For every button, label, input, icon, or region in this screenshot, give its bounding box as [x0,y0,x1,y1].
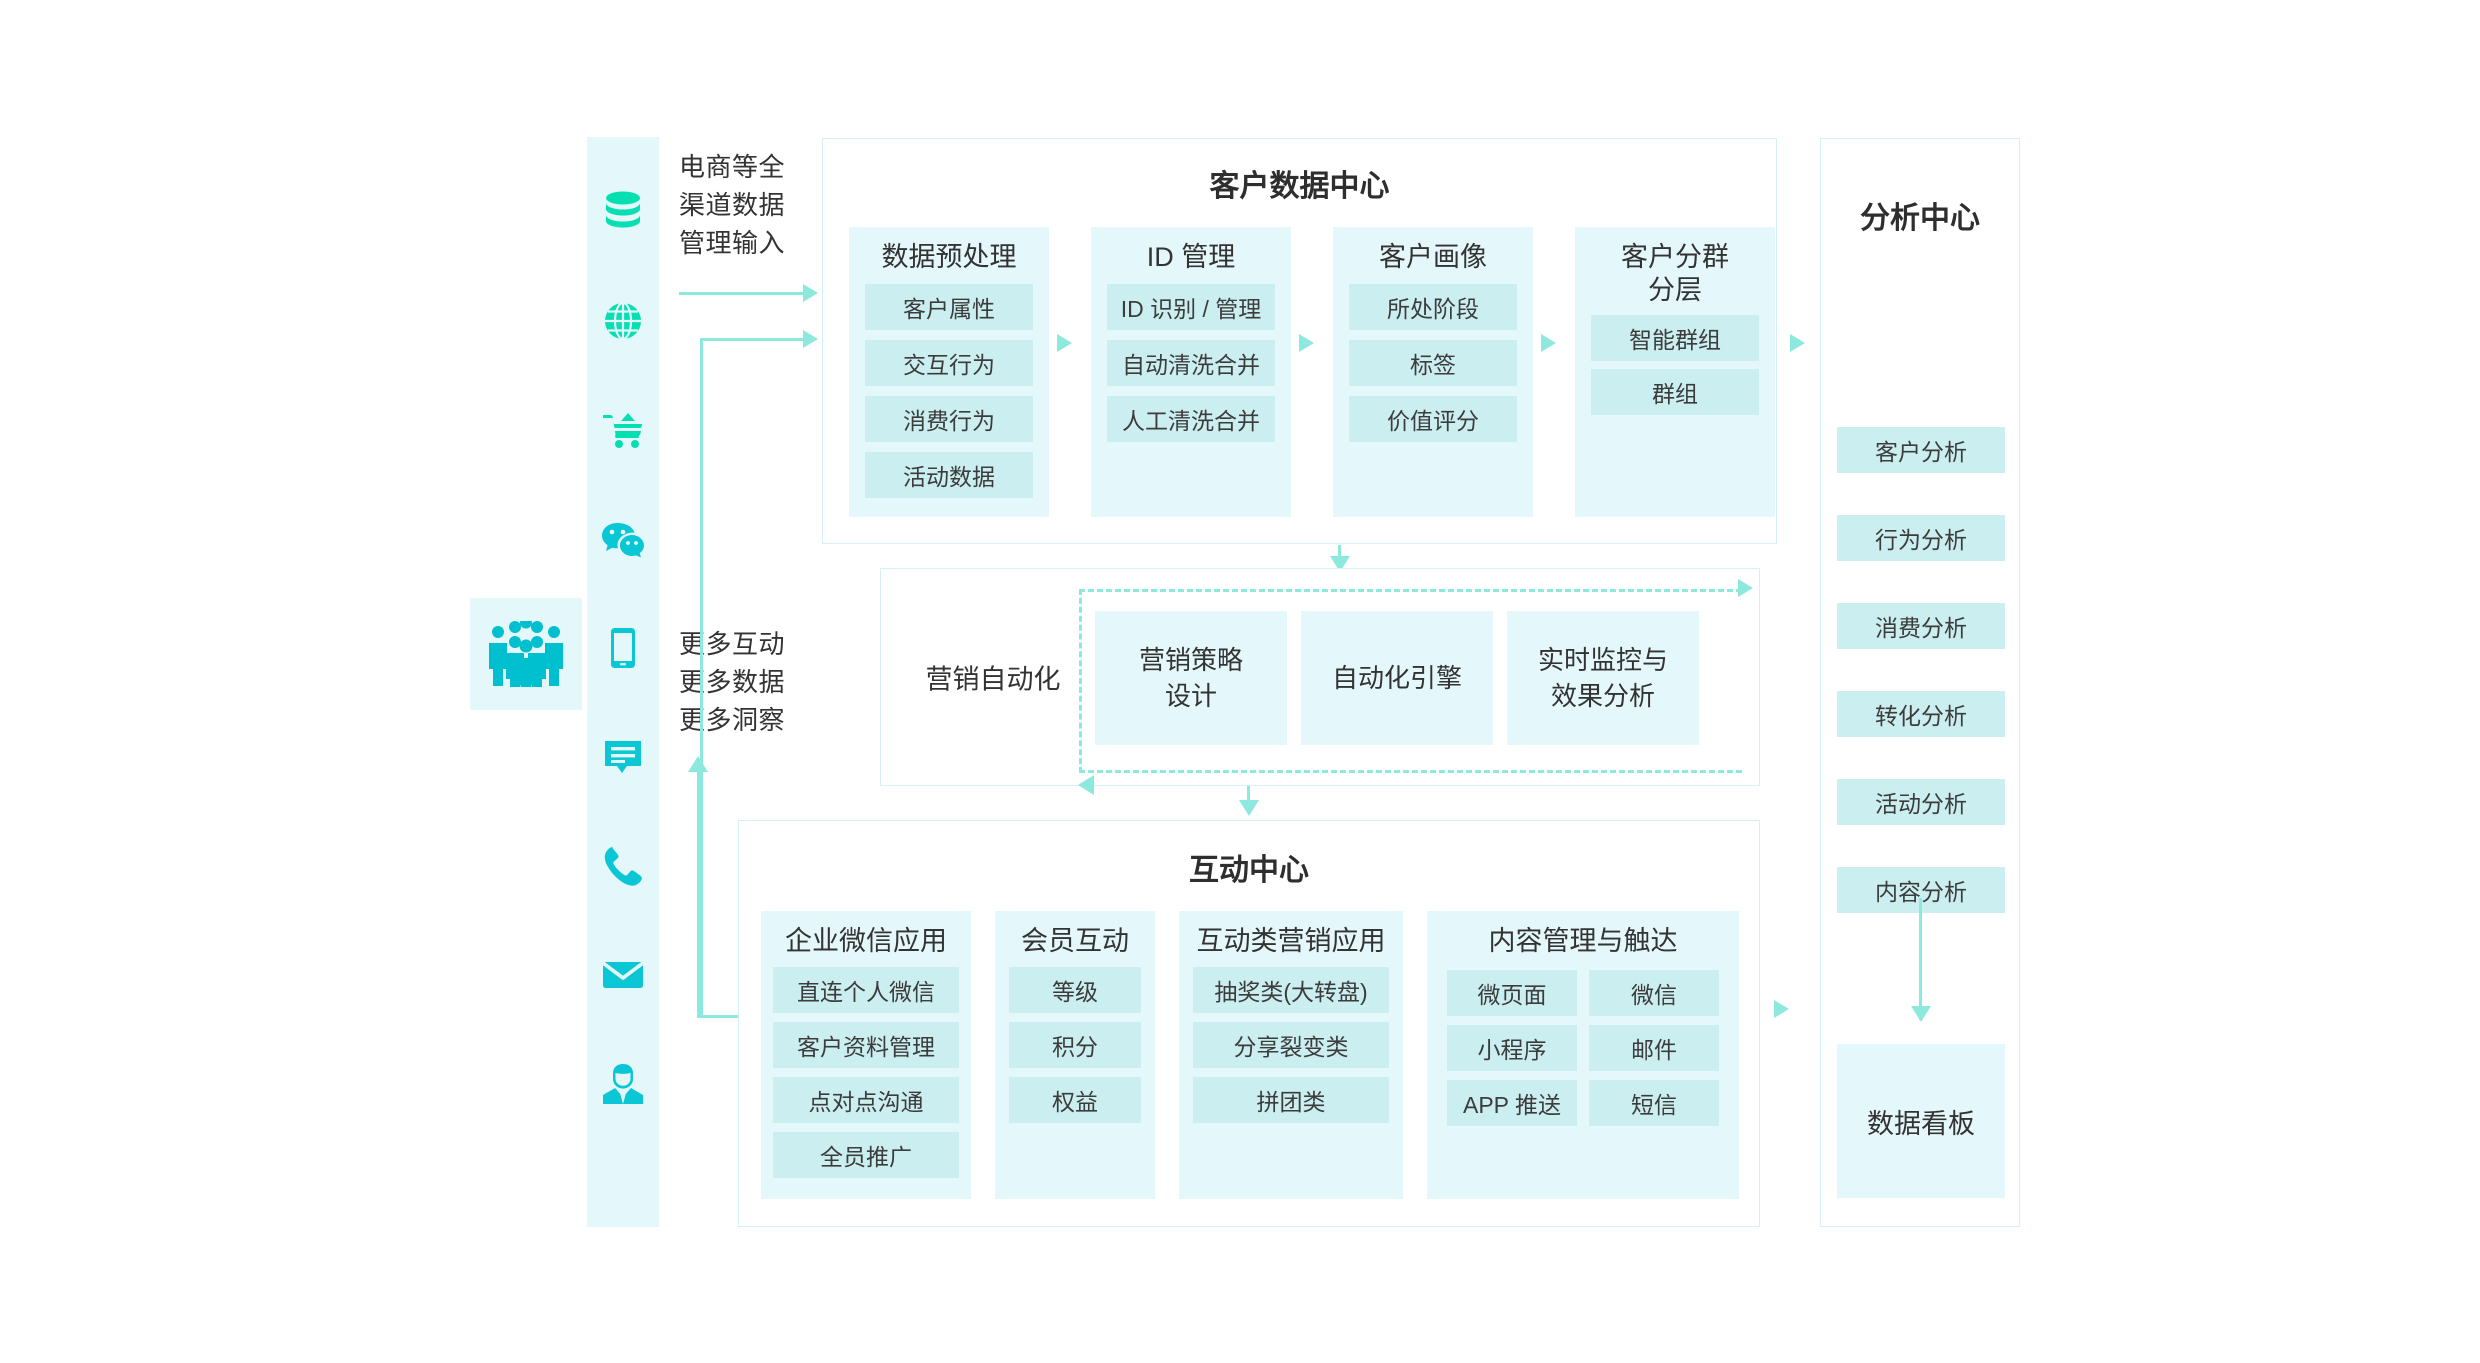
cdc-chip[interactable]: 客户属性 [865,284,1033,330]
cdc-column-head: 数据预处理 [881,242,1017,272]
connector-more-vline [697,770,700,1018]
cdc-chip[interactable]: 活动数据 [865,452,1033,498]
connector-feedback-vline [700,338,703,1018]
cdc-arrow-1 [1057,334,1072,352]
cdc-arrow-3 [1541,334,1556,352]
cdc-chip[interactable]: 交互行为 [865,340,1033,386]
ic-chip[interactable]: 微信 [1589,970,1719,1016]
ic-chip[interactable]: 积分 [1009,1022,1141,1068]
ic-chip[interactable]: 全员推广 [773,1132,959,1178]
analysis-chip-behavior[interactable]: 行为分析 [1837,515,2005,561]
cdc-title: 客户数据中心 [1209,170,1390,203]
mobile-phone-icon [596,621,650,675]
cdc-column-preprocess: 数据预处理 客户属性 交互行为 消费行为 活动数据 [849,227,1049,517]
analysis-chip-customer[interactable]: 客户分析 [1837,427,2005,473]
ic-chip[interactable]: APP 推送 [1447,1080,1577,1126]
analysis-center-section: 分析中心 客户分析 行为分析 消费分析 转化分析 活动分析 内容分析 数据看板 [1820,138,2020,1227]
ic-chip[interactable]: 客户资料管理 [773,1022,959,1068]
input-caption: 电商等全 渠道数据 管理输入 [679,152,786,258]
cdc-chip[interactable]: ID 识别 / 管理 [1107,284,1275,330]
ic-chip[interactable]: 点对点沟通 [773,1077,959,1123]
service-agent-icon [596,1057,650,1111]
globe-icon [596,294,650,348]
connector-feedback-hline-bottom [700,1015,740,1018]
ma-loop-arrow-right [1738,579,1753,597]
cdc-to-analysis-arrow [1790,334,1805,352]
ic-chip[interactable]: 等级 [1009,967,1141,1013]
ic-chip[interactable]: 小程序 [1447,1025,1577,1071]
connector-feedback-hline-top [700,338,807,341]
cdc-column-head: 客户分群 分层 [1621,242,1729,305]
cdc-column-segmentation: 客户分群 分层 智能群组 群组 [1575,227,1775,517]
ic-column-head: 内容管理与触达 [1488,926,1678,956]
ma-label: 营销自动化 [925,664,1061,695]
cdc-chip[interactable]: 人工清洗合并 [1107,396,1275,442]
ic-chip[interactable]: 微页面 [1447,970,1577,1016]
ma-card-strategy[interactable]: 营销策略 设计 [1095,611,1287,745]
analysis-to-dashboard-arrow [1911,1006,1931,1022]
audience-badge [470,598,582,710]
cdc-chip[interactable]: 消费行为 [865,396,1033,442]
ic-chip[interactable]: 邮件 [1589,1025,1719,1071]
people-group-icon [489,621,563,687]
ma-to-ic-arrow [1239,800,1259,816]
analysis-to-dashboard-line [1919,898,1922,1020]
ic-chip[interactable]: 分享裂变类 [1193,1022,1389,1068]
chat-bubble-icon [596,730,650,784]
cdc-chip[interactable]: 价值评分 [1349,396,1517,442]
channel-rail [587,137,659,1227]
ic-column-member-interaction: 会员互动 等级 积分 权益 [995,911,1155,1199]
ic-column-head: 会员互动 [1021,926,1129,956]
cdc-column-id-management: ID 管理 ID 识别 / 管理 自动清洗合并 人工清洗合并 [1091,227,1291,517]
ic-chip[interactable]: 短信 [1589,1080,1719,1126]
wechat-icon [596,512,650,566]
ic-column-head: 企业微信应用 [785,926,947,956]
ic-column-head: 互动类营销应用 [1196,926,1386,956]
ic-chip[interactable]: 权益 [1009,1077,1141,1123]
ic-title: 互动中心 [1189,854,1309,887]
ic-to-analysis-arrow [1774,1000,1789,1018]
analysis-title: 分析中心 [1860,202,1980,235]
ma-card-engine[interactable]: 自动化引擎 [1301,611,1493,745]
connector-more-arrow [688,756,708,772]
ma-loop-arrow-left [1078,775,1094,795]
analysis-chip-campaign[interactable]: 活动分析 [1837,779,2005,825]
cdc-chip[interactable]: 智能群组 [1591,315,1759,361]
connector-feedback-arrow [803,330,818,348]
interaction-center-section: 互动中心 企业微信应用 直连个人微信 客户资料管理 点对点沟通 全员推广 会员互… [738,820,1760,1227]
ic-chip-grid: 微页面 微信 小程序 邮件 APP 推送 短信 [1447,970,1719,1126]
cdc-chip[interactable]: 所处阶段 [1349,284,1517,330]
analysis-chip-conversion[interactable]: 转化分析 [1837,691,2005,737]
data-dashboard-card[interactable]: 数据看板 [1837,1044,2005,1198]
ic-chip[interactable]: 抽奖类(大转盘) [1193,967,1389,1013]
shopping-cart-icon [596,403,650,457]
ic-column-enterprise-wechat: 企业微信应用 直连个人微信 客户资料管理 点对点沟通 全员推广 [761,911,971,1199]
cdc-column-head: 客户画像 [1379,242,1487,272]
ic-chip[interactable]: 直连个人微信 [773,967,959,1013]
phone-call-icon [596,839,650,893]
cdc-chip[interactable]: 群组 [1591,369,1759,415]
database-icon [596,185,650,239]
cdc-chip[interactable]: 自动清洗合并 [1107,340,1275,386]
cdc-arrow-2 [1299,334,1314,352]
connector-input-arrow [803,284,818,302]
cdc-column-head: ID 管理 [1146,242,1236,272]
analysis-chip-spending[interactable]: 消费分析 [1837,603,2005,649]
envelope-icon [596,948,650,1002]
ma-card-monitoring[interactable]: 实时监控与 效果分析 [1507,611,1699,745]
marketing-automation-section: 营销自动化 营销策略 设计 自动化引擎 实时监控与 效果分析 [880,568,1760,786]
cdc-column-profile: 客户画像 所处阶段 标签 价值评分 [1333,227,1533,517]
cdc-chip[interactable]: 标签 [1349,340,1517,386]
ic-column-content-reach: 内容管理与触达 微页面 微信 小程序 邮件 APP 推送 短信 [1427,911,1739,1199]
ic-chip[interactable]: 拼团类 [1193,1077,1389,1123]
connector-input-line [679,292,807,295]
ic-column-interactive-marketing: 互动类营销应用 抽奖类(大转盘) 分享裂变类 拼团类 [1179,911,1403,1199]
